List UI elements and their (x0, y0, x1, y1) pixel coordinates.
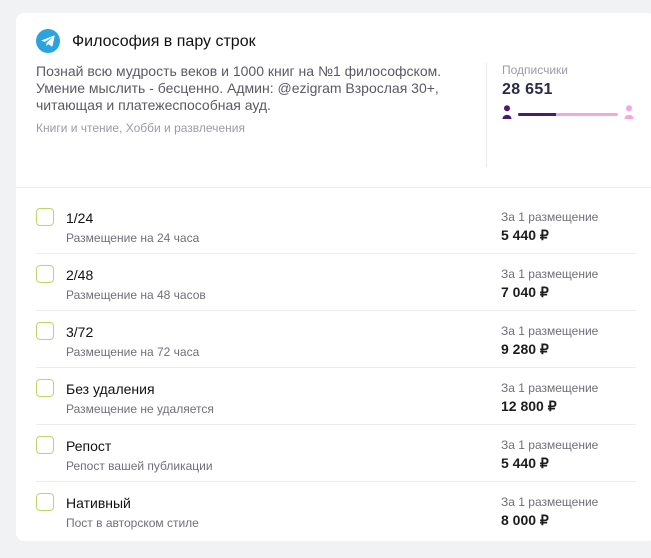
channel-categories: Книги и чтение, Хобби и развлечения (36, 121, 245, 135)
offer-row[interactable]: Без удаления Размещение не удаляется За 1 … (16, 368, 636, 425)
offer-price: 12 800 ₽ (501, 398, 557, 414)
offer-per-label: За 1 размещение (501, 495, 599, 509)
telegram-icon (36, 29, 60, 53)
offer-row[interactable]: 2/48 Размещение на 48 часов За 1 размещени… (16, 254, 636, 311)
male-icon (502, 105, 512, 119)
offer-price: 8 000 ₽ (501, 512, 549, 528)
stats-divider (486, 63, 487, 167)
offer-price: 5 440 ₽ (501, 227, 549, 243)
offer-checkbox[interactable] (36, 436, 54, 454)
male-share-fill (518, 113, 556, 116)
offer-name: 1/24 (66, 210, 94, 226)
gender-ratio (502, 105, 636, 121)
offer-per-label: За 1 размещение (501, 267, 599, 281)
female-icon (624, 105, 634, 119)
offer-row[interactable]: Нативный Пост в авторском стиле За 1 разме… (16, 482, 636, 539)
offer-row[interactable]: 3/72 Размещение на 72 часа За 1 размещение… (16, 311, 636, 368)
offer-checkbox[interactable] (36, 322, 54, 340)
offer-price: 7 040 ₽ (501, 284, 549, 300)
offer-row[interactable]: 1/24 Размещение на 24 часа За 1 размещение… (16, 197, 636, 254)
offer-name: Репост (66, 438, 112, 454)
offer-price: 5 440 ₽ (501, 455, 549, 471)
offer-subtitle: Размещение на 48 часов (66, 288, 206, 302)
offer-subtitle: Размещение не удаляется (66, 402, 214, 416)
offer-subtitle: Размещение на 72 часа (66, 345, 200, 359)
gender-ratio-bar (518, 113, 618, 116)
offer-per-label: За 1 размещение (501, 381, 599, 395)
offer-per-label: За 1 размещение (501, 438, 599, 452)
offer-subtitle: Пост в авторском стиле (66, 516, 199, 530)
offer-subtitle: Репост вашей публикации (66, 459, 213, 473)
subscribers-label: Подписчики (502, 63, 569, 77)
channel-title[interactable]: Философия в пару строк (72, 33, 256, 51)
offer-name: Без удаления (66, 381, 155, 397)
offer-price: 9 280 ₽ (501, 341, 549, 357)
channel-description: Познай всю мудрость веков и 1000 книг на… (36, 63, 442, 113)
channel-card: Философия в пару строк Познай всю мудрос… (16, 13, 651, 541)
offer-per-label: За 1 размещение (501, 210, 599, 224)
offer-checkbox[interactable] (36, 208, 54, 226)
section-divider (16, 187, 651, 188)
offer-name: 3/72 (66, 324, 94, 340)
subscribers-count: 28 651 (502, 81, 553, 98)
offer-name: 2/48 (66, 267, 94, 283)
offer-checkbox[interactable] (36, 493, 54, 511)
offer-row[interactable]: Репост Репост вашей публикации За 1 размещ… (16, 425, 636, 482)
offer-checkbox[interactable] (36, 265, 54, 283)
offer-name: Нативный (66, 495, 131, 511)
offer-checkbox[interactable] (36, 379, 54, 397)
offer-subtitle: Размещение на 24 часа (66, 231, 200, 245)
offer-per-label: За 1 размещение (501, 324, 599, 338)
